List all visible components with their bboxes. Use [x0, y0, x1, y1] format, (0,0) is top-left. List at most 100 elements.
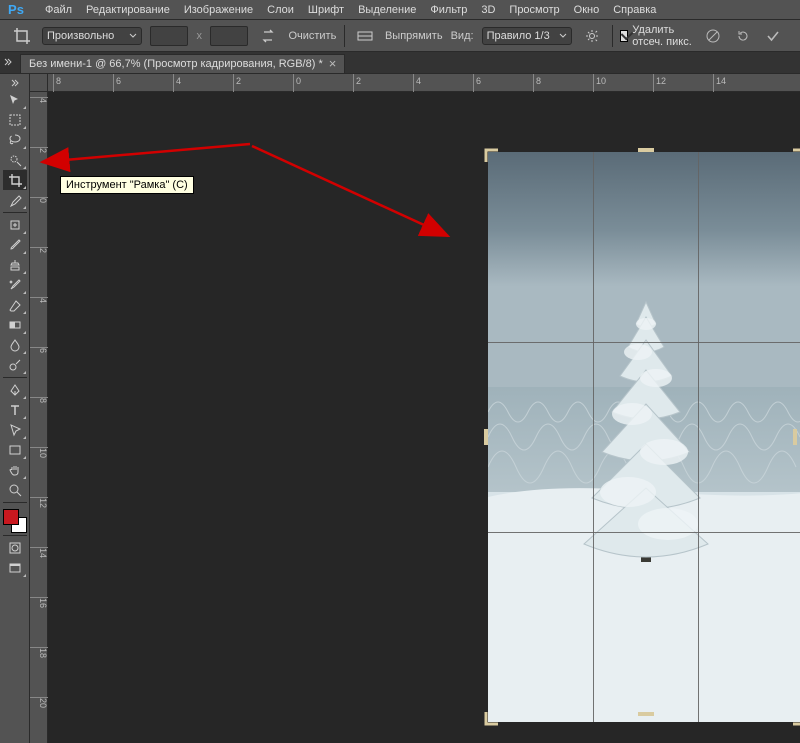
menu-edit[interactable]: Редактирование	[79, 2, 177, 18]
crop-grid-line	[488, 532, 800, 533]
aspect-ratio-select[interactable]: Произвольно	[42, 27, 142, 45]
checkbox-checked-icon	[620, 30, 628, 42]
panel-expand-icon[interactable]	[0, 51, 16, 73]
delete-cropped-label: Удалить отсеч. пикс.	[632, 24, 696, 48]
menu-type[interactable]: Шрифт	[301, 2, 351, 18]
delete-cropped-checkbox[interactable]: Удалить отсеч. пикс.	[620, 24, 696, 48]
quick-select-tool[interactable]	[3, 150, 27, 170]
commit-crop-button[interactable]	[764, 27, 782, 45]
overlay-view-select[interactable]: Правило 1/3	[482, 27, 572, 45]
menu-image[interactable]: Изображение	[177, 2, 260, 18]
menu-view[interactable]: Просмотр	[502, 2, 566, 18]
ruler-tick: 16	[30, 597, 48, 608]
hand-tool[interactable]	[3, 460, 27, 480]
ruler-tick: 12	[653, 74, 666, 92]
tool-separator	[3, 377, 27, 378]
rectangle-tool[interactable]	[3, 440, 27, 460]
menu-help[interactable]: Справка	[606, 2, 663, 18]
brush-tool[interactable]	[3, 235, 27, 255]
ruler-tick: 6	[113, 74, 121, 92]
vertical-ruler[interactable]: 4 2 0 2 4 6 8 10 12 14 16 18 20	[30, 92, 48, 743]
menu-3d[interactable]: 3D	[474, 2, 502, 18]
menu-select[interactable]: Выделение	[351, 2, 423, 18]
ruler-tick: 4	[30, 297, 48, 303]
crop-handle-bl[interactable]	[484, 710, 500, 726]
ruler-tick: 10	[593, 74, 606, 92]
crop-handle-tr[interactable]	[791, 148, 800, 164]
cancel-crop-button[interactable]	[704, 27, 722, 45]
type-tool[interactable]	[3, 400, 27, 420]
eyedropper-tool[interactable]	[3, 190, 27, 210]
app-logo: Ps	[4, 2, 28, 18]
crop-grid-line	[593, 152, 594, 722]
crop-options-gear-icon[interactable]	[580, 25, 604, 47]
path-select-tool[interactable]	[3, 420, 27, 440]
crop-handle-b[interactable]	[638, 710, 654, 726]
view-prefix: Вид:	[451, 30, 474, 42]
tool-separator	[3, 212, 27, 213]
horizontal-ruler[interactable]: 8 6 4 2 0 2 4 6 8 10 12 14	[48, 74, 800, 92]
foreground-color-swatch[interactable]	[3, 509, 19, 525]
blur-tool[interactable]	[3, 335, 27, 355]
crop-tool-preset-icon[interactable]	[10, 25, 34, 47]
ruler-tick: 4	[173, 74, 181, 92]
toolbox-expand-icon[interactable]	[7, 76, 23, 90]
straighten-icon	[353, 25, 377, 47]
document-tab-bar: Без имени-1 @ 66,7% (Просмотр кадрирован…	[0, 52, 800, 74]
history-brush-tool[interactable]	[3, 275, 27, 295]
ruler-tick: 20	[30, 697, 48, 708]
reset-crop-button[interactable]	[734, 27, 752, 45]
ruler-tick: 14	[713, 74, 726, 92]
pen-tool[interactable]	[3, 380, 27, 400]
swap-dimensions-button[interactable]	[256, 25, 280, 47]
screen-mode-toggle[interactable]	[3, 558, 27, 578]
crop-grid-line	[488, 342, 800, 343]
color-swatches[interactable]	[3, 509, 27, 533]
aspect-ratio-label: Произвольно	[47, 30, 114, 42]
eraser-tool[interactable]	[3, 295, 27, 315]
ruler-corner	[30, 74, 48, 92]
ruler-tick: 18	[30, 647, 48, 658]
spot-heal-tool[interactable]	[3, 215, 27, 235]
crop-height-input[interactable]	[210, 26, 248, 46]
tools-panel	[0, 74, 30, 743]
document-area[interactable]: 8 6 4 2 0 2 4 6 8 10 12 14 4 2 0 2 4 6 8…	[30, 74, 800, 743]
tool-tooltip: Инструмент "Рамка" (C)	[60, 176, 194, 194]
ruler-tick: 2	[30, 247, 48, 253]
rect-marquee-tool[interactable]	[3, 110, 27, 130]
crop-tool[interactable]	[3, 170, 27, 190]
straighten-button[interactable]: Выпрямить	[385, 30, 443, 42]
crop-grid-line	[698, 152, 699, 722]
close-tab-button[interactable]: ×	[329, 59, 337, 69]
ruler-tick: 2	[353, 74, 361, 92]
clone-stamp-tool[interactable]	[3, 255, 27, 275]
menu-filter[interactable]: Фильтр	[423, 2, 474, 18]
menu-window[interactable]: Окно	[567, 2, 607, 18]
crop-handle-r[interactable]	[791, 429, 800, 445]
clear-aspect-button[interactable]: Очистить	[288, 30, 336, 42]
quick-mask-toggle[interactable]	[3, 538, 27, 558]
overlay-view-value: Правило 1/3	[487, 30, 550, 42]
divider	[344, 25, 345, 47]
ruler-tick: 0	[293, 74, 301, 92]
chevron-down-icon	[129, 30, 137, 42]
ruler-tick: 8	[533, 74, 541, 92]
move-tool[interactable]	[3, 90, 27, 110]
lasso-tool[interactable]	[3, 130, 27, 150]
document-tab[interactable]: Без имени-1 @ 66,7% (Просмотр кадрирован…	[20, 54, 345, 73]
ruler-tick: 4	[413, 74, 421, 92]
crop-handle-tl[interactable]	[484, 148, 500, 164]
ruler-tick: 4	[30, 97, 48, 103]
crop-width-input[interactable]	[150, 26, 188, 46]
menu-file[interactable]: Файл	[38, 2, 79, 18]
dodge-tool[interactable]	[3, 355, 27, 375]
ruler-tick: 6	[473, 74, 481, 92]
crop-handle-l[interactable]	[484, 429, 500, 445]
tool-separator	[3, 535, 27, 536]
crop-handle-br[interactable]	[791, 710, 800, 726]
gradient-tool[interactable]	[3, 315, 27, 335]
crop-handle-t[interactable]	[638, 148, 654, 164]
menu-layers[interactable]: Слои	[260, 2, 301, 18]
zoom-tool[interactable]	[3, 480, 27, 500]
crop-frame[interactable]	[488, 152, 800, 722]
